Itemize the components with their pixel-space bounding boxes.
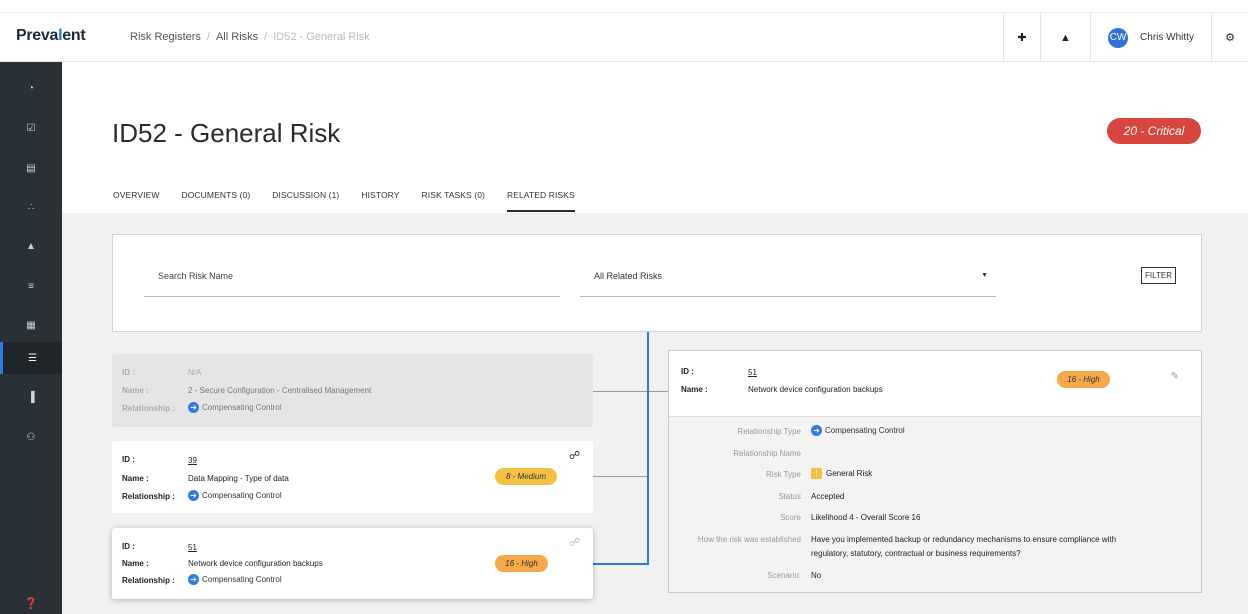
calendar-icon: ▦ xyxy=(26,319,36,331)
risk-name: 2 - Secure Configuration - Centralised M… xyxy=(188,386,372,395)
select-value: All Related Risks xyxy=(594,271,663,281)
establishment-value: Have you implemented backup or redundanc… xyxy=(811,535,1117,544)
check-square-icon: ☑ xyxy=(26,122,36,134)
notifications-button[interactable]: ▲ xyxy=(1040,13,1090,62)
field-label: Status xyxy=(778,492,801,501)
breadcrumb-current: ID52 - General Risk xyxy=(273,31,370,43)
detail-header: ID : 51 Name : Network device configurat… xyxy=(669,351,1201,417)
top-bar: Prevalent Risk Registers / All Risks / ID52 … xyxy=(0,12,1248,62)
task-list-icon: ≡ xyxy=(28,280,34,292)
related-risk-card[interactable]: ID : N/A Name : 2 - Secure Configuration… xyxy=(112,354,593,427)
field-label: Scenario: xyxy=(767,571,801,580)
plus-circle-icon: ✚ xyxy=(1017,32,1027,44)
sidebar-item-bar-chart[interactable]: ▐ xyxy=(0,381,62,413)
detail-risk-id[interactable]: 51 xyxy=(748,368,757,377)
sidebar-item-check-square[interactable]: ☑ xyxy=(0,112,62,144)
risk-detail-panel: ID : 51 Name : Network device configurat… xyxy=(668,350,1202,593)
sidebar-item-dashboard[interactable]: ◔ xyxy=(0,72,62,104)
status-value: Accepted xyxy=(811,492,845,501)
sidebar-item-list[interactable]: ☰ xyxy=(0,342,62,374)
avatar: CW xyxy=(1108,27,1129,48)
risk-id: N/A xyxy=(188,368,202,377)
scenario-value: No xyxy=(811,571,822,580)
breadcrumb-risk-registers[interactable]: Risk Registers xyxy=(130,31,201,43)
document-icon: ▤ xyxy=(26,162,36,174)
bell-icon: ▲ xyxy=(1060,31,1071,44)
arrow-right-icon: ➜ xyxy=(188,574,199,585)
link-icon[interactable]: ☍ xyxy=(569,449,580,462)
breadcrumb-all-risks[interactable]: All Risks xyxy=(216,31,258,43)
relationship-type-value: Compensating Control xyxy=(825,426,905,435)
sitemap-icon: ∴ xyxy=(27,201,35,213)
related-risk-card[interactable]: ID : 39 Name : Data Mapping - Type of da… xyxy=(112,441,593,513)
dashboard-icon: ◔ xyxy=(27,82,35,94)
sidebar-item-sitemap[interactable]: ∴ xyxy=(0,191,62,223)
edit-icon[interactable]: ✎ xyxy=(1171,371,1179,382)
relationship-value: Compensating Control xyxy=(202,491,282,500)
tab-documents[interactable]: DOCUMENTS (0) xyxy=(181,190,250,212)
tab-discussion[interactable]: DISCUSSION (1) xyxy=(272,190,339,212)
search-input[interactable] xyxy=(144,256,560,297)
sidebar-item-calendar[interactable]: ▦ xyxy=(0,309,62,341)
tab-risk-tasks[interactable]: RISK TASKS (0) xyxy=(422,190,485,212)
tab-related-risks[interactable]: RELATED RISKS xyxy=(506,190,575,212)
field-label: Risk Type xyxy=(766,470,801,479)
users-icon: ⚇ xyxy=(26,431,36,443)
sidebar-item-users[interactable]: ⚇ xyxy=(0,421,62,453)
relationship-value: Compensating Control xyxy=(202,403,282,412)
caret-down-icon: ▼ xyxy=(981,272,988,279)
tab-bar: OVERVIEW DOCUMENTS (0) DISCUSSION (1) HI… xyxy=(113,190,597,212)
related-risk-card-selected[interactable]: ID : 51 Name : Network device configurat… xyxy=(112,528,593,599)
field-label: Relationship Name xyxy=(733,449,801,458)
field-label: Score xyxy=(780,513,801,522)
connector-line xyxy=(649,391,668,392)
detail-risk-name: Network device configuration backups xyxy=(748,385,883,394)
user-menu[interactable]: CW Chris Whitty xyxy=(1090,13,1211,62)
arrow-right-icon: ➜ xyxy=(188,402,199,413)
risk-score-badge: 20 - Critical xyxy=(1107,118,1201,144)
field-label: How the risk was established xyxy=(697,535,801,544)
relationship-value: Compensating Control xyxy=(202,575,282,584)
score-badge: 8 - Medium xyxy=(495,468,557,485)
warning-icon: ▲ xyxy=(26,240,36,252)
sidebar: ❓ ◔ ☑ ▤ ∴ ▲ ≡ ▦ ☰ ▐ ⚇ xyxy=(0,62,62,614)
sidebar-item-warning[interactable]: ▲ xyxy=(0,230,62,262)
risk-type-value: General Risk xyxy=(826,469,873,478)
sidebar-item-document[interactable]: ▤ xyxy=(0,152,62,184)
field-label: Relationship Type xyxy=(737,427,801,436)
user-name: Chris Whitty xyxy=(1140,32,1194,43)
arrow-right-icon: ➜ xyxy=(188,490,199,501)
filter-button[interactable]: FILTER xyxy=(1141,267,1176,284)
risk-name: Network device configuration backups xyxy=(188,559,323,568)
tab-history[interactable]: HISTORY xyxy=(361,190,399,212)
score-badge: 16 - High xyxy=(495,555,548,572)
sidebar-item-task-list[interactable]: ≡ xyxy=(0,270,62,302)
warning-icon: ! xyxy=(811,468,822,479)
add-button[interactable]: ✚ xyxy=(1003,13,1040,62)
gear-icon: ⚙ xyxy=(1225,32,1235,44)
help-icon[interactable]: ❓ xyxy=(0,597,62,610)
connector-line xyxy=(593,476,647,477)
score-value: Likelihood 4 - Overall Score 16 xyxy=(811,513,921,522)
list-icon: ☰ xyxy=(28,352,37,364)
arrow-right-icon: ➜ xyxy=(811,425,822,436)
risk-id[interactable]: 39 xyxy=(188,456,197,465)
page-title: ID52 - General Risk xyxy=(112,118,341,148)
bar-chart-icon: ▐ xyxy=(27,391,35,403)
detail-score-badge: 16 - High xyxy=(1057,371,1110,388)
connector-line-selected xyxy=(593,563,649,565)
unlink-icon[interactable]: ☍ xyxy=(569,536,580,549)
establishment-value-cont: regulatory, statutory, contractual or bu… xyxy=(811,549,1021,558)
risk-id[interactable]: 51 xyxy=(188,543,197,552)
relationship-select[interactable]: All Related Risks ▼ xyxy=(580,256,996,297)
risk-name: Data Mapping - Type of data xyxy=(188,474,289,483)
connector-trunk xyxy=(647,332,649,564)
tab-overview[interactable]: OVERVIEW xyxy=(113,190,159,212)
connector-line xyxy=(593,391,647,392)
brand-logo[interactable]: Prevalent xyxy=(16,27,86,45)
detail-body: Relationship Type ➜ Compensating Control … xyxy=(669,417,1201,592)
breadcrumb: Risk Registers / All Risks / ID52 - General … xyxy=(130,31,370,43)
settings-button[interactable]: ⚙ xyxy=(1211,13,1248,62)
